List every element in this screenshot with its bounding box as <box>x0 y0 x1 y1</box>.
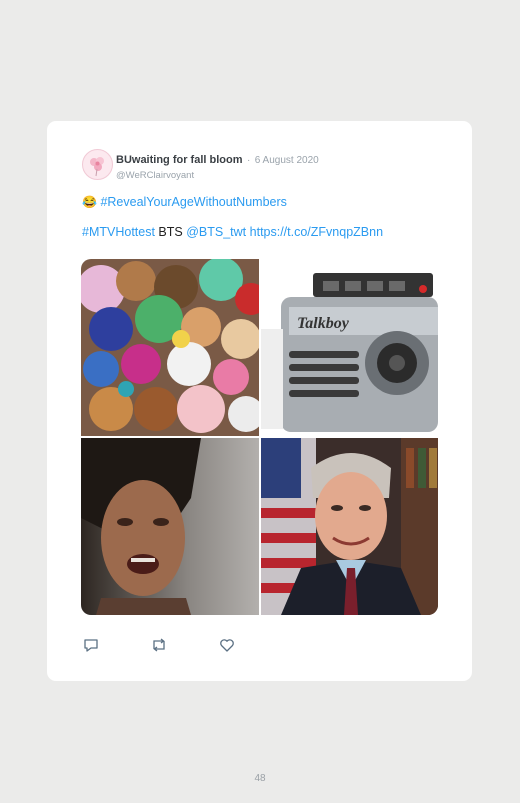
tweet-card: BUwaiting for fall bloom · 6 August 2020… <box>47 121 472 681</box>
author-info: BUwaiting for fall bloom · 6 August 2020… <box>116 150 319 181</box>
page-number: 48 <box>254 773 266 784</box>
tweet-text: BTS <box>158 225 183 239</box>
hashtag-link[interactable]: #RevealYourAgeWithoutNumbers <box>100 195 286 209</box>
flower-icon <box>83 150 112 179</box>
like-icon[interactable] <box>219 637 237 653</box>
reply-icon[interactable] <box>83 637 101 653</box>
user-handle[interactable]: @WeRClairvoyant <box>116 170 319 181</box>
display-name[interactable]: BUwaiting for fall bloom <box>116 154 243 166</box>
media-image-portrait[interactable] <box>261 438 438 615</box>
avatar[interactable] <box>82 149 113 180</box>
talkboy-logo: Talkboy <box>297 315 350 332</box>
tweet-text-line-2: #MTVHottest BTS @BTS_twt https://t.co/ZF… <box>82 225 383 239</box>
mention-link[interactable]: @BTS_twt <box>186 225 246 239</box>
media-image-plush-toys[interactable] <box>81 259 259 436</box>
tweet-text-line-1: 😂 #RevealYourAgeWithoutNumbers <box>82 195 287 209</box>
laughing-emoji-icon: 😂 <box>82 195 97 209</box>
separator-dot: · <box>246 155 251 166</box>
media-image-singer[interactable] <box>81 438 259 615</box>
media-image-talkboy[interactable]: Talkboy <box>261 259 438 436</box>
hashtag-link[interactable]: #MTVHottest <box>82 225 155 239</box>
url-link[interactable]: https://t.co/ZFvnqpZBnn <box>250 225 383 239</box>
media-grid: Talkboy <box>81 259 438 615</box>
tweet-date[interactable]: 6 August 2020 <box>255 155 319 166</box>
retweet-icon[interactable] <box>150 637 168 653</box>
